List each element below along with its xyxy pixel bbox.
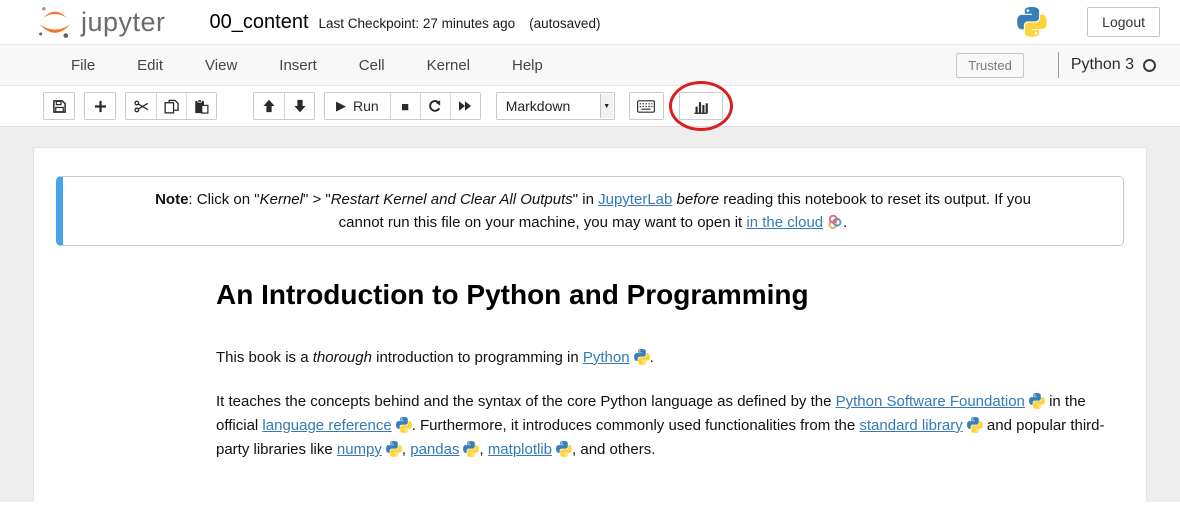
header: jupyter 00_content Last Checkpoint: 27 m… [0, 0, 1180, 45]
link-pandas[interactable]: pandas [410, 441, 459, 458]
python-icon [396, 417, 412, 433]
menu-edit[interactable]: Edit [116, 57, 184, 74]
menubar: File Edit View Insert Cell Kernel Help T… [0, 45, 1180, 86]
fast-forward-button[interactable] [450, 93, 480, 119]
binder-icon [827, 214, 843, 230]
chart-button[interactable] [680, 93, 722, 119]
run-icon: ▶ [336, 98, 346, 114]
copy-icon [164, 99, 179, 114]
details-paragraph: It teaches the concepts behind and the s… [216, 390, 1122, 462]
checkpoint-status: Last Checkpoint: 27 minutes ago [319, 16, 516, 31]
command-palette-button[interactable] [630, 93, 663, 119]
menu-view[interactable]: View [184, 57, 258, 74]
paste-button[interactable] [186, 93, 216, 119]
intro-paragraph: This book is a thorough introduction to … [216, 346, 1122, 370]
link-language-reference[interactable]: language reference [262, 417, 391, 434]
toolbar: ▶ Run ■ Markdown [0, 86, 1180, 127]
menu-insert[interactable]: Insert [258, 57, 338, 74]
save-icon [52, 99, 67, 114]
select-dropdown-arrow-icon: ▼ [600, 94, 613, 118]
link-jupyterlab[interactable]: JupyterLab [598, 191, 672, 208]
python-kernel-logo-icon [1017, 7, 1047, 37]
python-icon [967, 417, 983, 433]
menu-cell[interactable]: Cell [338, 57, 406, 74]
cell-type-select[interactable]: Markdown ▼ [496, 92, 615, 120]
note-label: Note [155, 191, 188, 208]
python-icon [634, 349, 650, 365]
run-button[interactable]: ▶ Run [325, 93, 390, 119]
move-up-button[interactable] [254, 93, 284, 119]
add-cell-icon [94, 100, 107, 113]
kernel-divider [1058, 52, 1059, 78]
menu-kernel[interactable]: Kernel [406, 57, 491, 74]
move-down-icon [293, 99, 307, 113]
jupyter-logo-text: jupyter [81, 7, 166, 38]
restart-kernel-button[interactable] [420, 93, 450, 119]
jupyter-logo[interactable]: jupyter [35, 2, 166, 42]
menu-file[interactable]: File [50, 57, 116, 74]
save-button[interactable] [44, 93, 74, 119]
menu-help[interactable]: Help [491, 57, 564, 74]
chart-button-area [679, 92, 723, 120]
notebook-heading: An Introduction to Python and Programmin… [216, 278, 1122, 312]
add-cell-button[interactable] [85, 93, 115, 119]
trusted-button[interactable]: Trusted [956, 53, 1024, 78]
jupyter-notebook-app: jupyter 00_content Last Checkpoint: 27 m… [0, 0, 1180, 505]
link-in-the-cloud[interactable]: in the cloud [746, 214, 823, 231]
note-callout: Note: Click on "Kernel" > "Restart Kerne… [56, 176, 1124, 246]
logout-button[interactable]: Logout [1087, 7, 1160, 37]
kernel-idle-indicator-icon [1143, 59, 1156, 72]
markdown-cell: An Introduction to Python and Programmin… [216, 278, 1122, 462]
jupyter-logo-icon [35, 2, 75, 42]
link-standard-library[interactable]: standard library [859, 417, 962, 434]
move-down-button[interactable] [284, 93, 314, 119]
cut-icon [134, 99, 149, 114]
link-matplotlib[interactable]: matplotlib [488, 441, 552, 458]
kernel-name: Python 3 [1071, 56, 1134, 74]
keyboard-icon [637, 100, 655, 113]
cell-type-value: Markdown [506, 98, 571, 114]
stop-button[interactable]: ■ [390, 93, 420, 119]
autosave-status: (autosaved) [529, 16, 600, 31]
python-icon [463, 441, 479, 457]
notebook-area: Note: Click on "Kernel" > "Restart Kerne… [0, 127, 1180, 502]
fast-forward-icon [458, 100, 472, 112]
link-numpy[interactable]: numpy [337, 441, 382, 458]
stop-icon: ■ [401, 99, 409, 114]
python-icon [1029, 393, 1045, 409]
bar-chart-icon [693, 99, 709, 114]
run-label: Run [353, 98, 379, 114]
notebook-filename[interactable]: 00_content [210, 11, 309, 34]
cut-button[interactable] [126, 93, 156, 119]
menu: File Edit View Insert Cell Kernel Help [50, 57, 564, 74]
copy-button[interactable] [156, 93, 186, 119]
python-icon [556, 441, 572, 457]
restart-icon [428, 99, 442, 113]
title-area: 00_content Last Checkpoint: 27 minutes a… [210, 11, 601, 34]
move-up-icon [262, 99, 276, 113]
paste-icon [194, 99, 209, 114]
link-python-software-foundation[interactable]: Python Software Foundation [836, 393, 1025, 410]
notebook-container: Note: Click on "Kernel" > "Restart Kerne… [33, 147, 1147, 502]
link-python[interactable]: Python [583, 349, 630, 366]
python-icon [386, 441, 402, 457]
